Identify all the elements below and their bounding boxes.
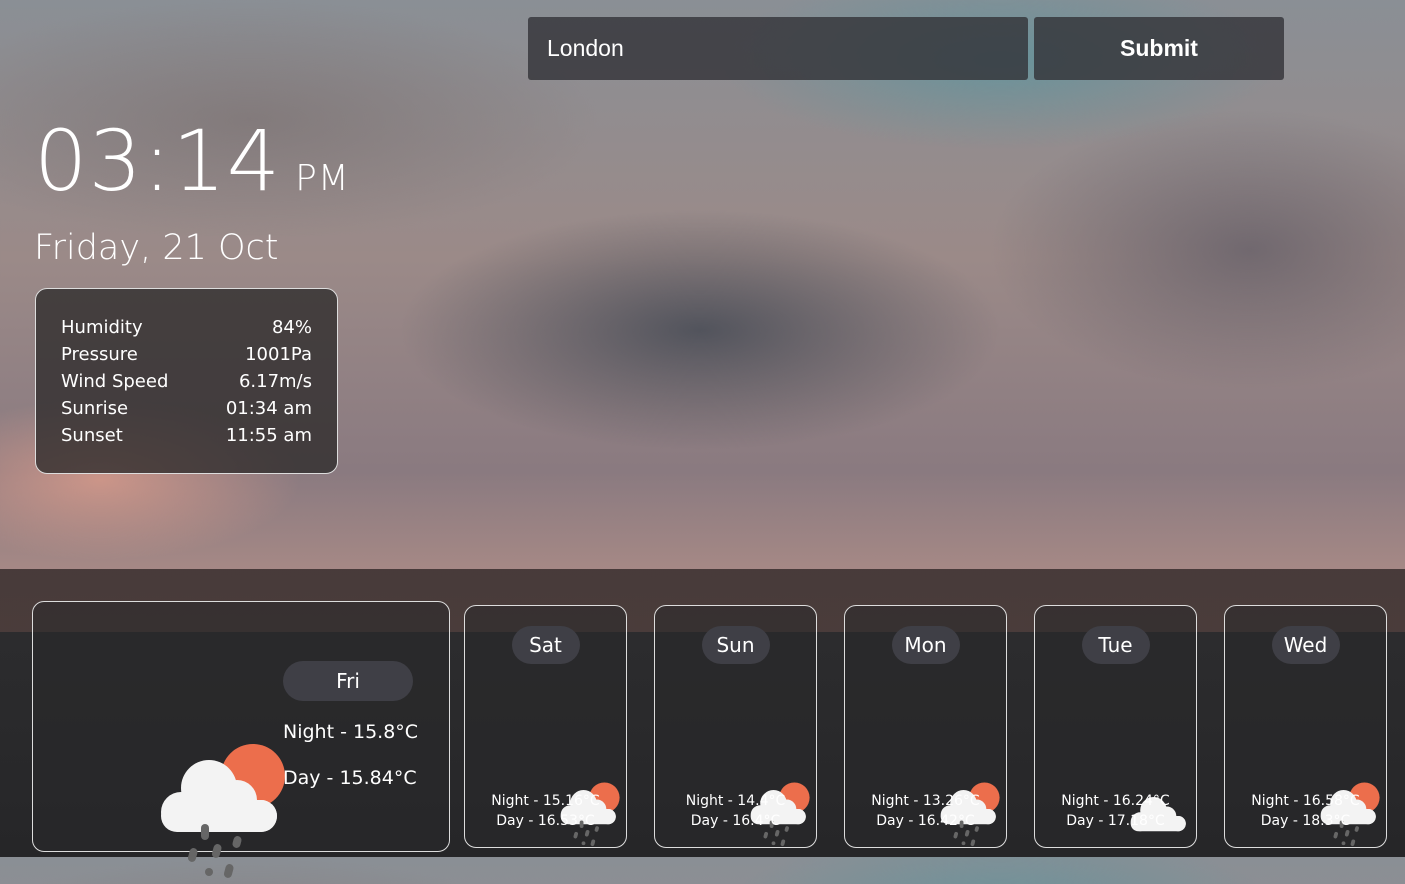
time-value: 03:14	[34, 112, 282, 210]
temps: Night - 16.24°C Day - 17.18°C	[1035, 791, 1196, 831]
stat-row: Sunrise 01:34 am	[61, 395, 312, 422]
current-time: 03:14 PM	[34, 112, 350, 210]
stat-value: 6.17m/s	[238, 371, 312, 392]
day-label: Tue	[1081, 626, 1150, 664]
stat-row: Pressure 1001Pa	[61, 341, 312, 368]
stat-value: 11:55 am	[225, 425, 312, 446]
forecast-card: Sun Night - 14.4°C Day - 16.4°C	[654, 605, 817, 848]
night-temp: Night - 15.8°C	[283, 721, 419, 743]
day-label: Fri	[283, 661, 413, 701]
temps: Night - 14.4°C Day - 16.4°C	[655, 791, 816, 831]
stat-label: Sunrise	[61, 398, 129, 419]
day-label: Mon	[891, 626, 960, 664]
day-temp: Day - 16.4°C	[690, 813, 781, 829]
stat-value: 01:34 am	[225, 398, 312, 419]
city-search-input[interactable]	[528, 17, 1028, 80]
stat-label: Sunset	[61, 425, 123, 446]
stat-value: 1001Pa	[245, 344, 312, 365]
today-forecast-card: Fri Night - 15.8°C Day - 15.84°C	[32, 601, 450, 878]
night-temp: Night - 13.26°C	[871, 793, 980, 809]
stat-value: 84%	[271, 317, 312, 338]
forecast-card: Mon Night - 13.26°C Day - 16.42°C	[844, 605, 1007, 848]
day-label: Sun	[701, 626, 770, 664]
submit-button[interactable]: Submit	[1034, 17, 1284, 80]
night-temp: Night - 16.58°C	[1251, 793, 1360, 809]
temps: Night - 13.26°C Day - 16.42°C	[845, 791, 1006, 831]
day-temp: Day - 15.84°C	[283, 767, 417, 789]
day-temp: Day - 16.42°C	[876, 813, 975, 829]
forecast-card: Wed Night - 16.58°C Day - 18.3°C	[1224, 605, 1387, 848]
night-temp: Night - 16.24°C	[1061, 793, 1170, 809]
stat-label: Pressure	[61, 344, 138, 365]
current-date: Friday, 21 Oct	[34, 228, 279, 268]
day-label: Wed	[1271, 626, 1340, 664]
day-temp: Day - 16.53°C	[496, 813, 595, 829]
forecast-card: Tue Night - 16.24°C Day - 17.18°C	[1034, 605, 1197, 848]
night-temp: Night - 14.4°C	[685, 793, 786, 809]
stat-row: Sunset 11:55 am	[61, 422, 312, 449]
temps: Night - 16.58°C Day - 18.3°C	[1225, 791, 1386, 831]
night-temp: Night - 15.16°C	[491, 793, 600, 809]
forecast-card: Sat Night - 15.16°C Day - 16.53°C	[464, 605, 627, 848]
day-label: Sat	[511, 626, 580, 664]
weather-stats-panel: Humidity 84% Pressure 1001Pa Wind Speed 6.1…	[35, 288, 338, 474]
stat-label: Humidity	[61, 317, 143, 338]
stat-label: Wind Speed	[61, 371, 169, 392]
stat-row: Wind Speed 6.17m/s	[61, 368, 312, 395]
temps: Night - 15.16°C Day - 16.53°C	[465, 791, 626, 831]
stat-row: Humidity 84%	[61, 314, 312, 341]
day-temp: Day - 17.18°C	[1066, 813, 1165, 829]
day-temp: Day - 18.3°C	[1260, 813, 1351, 829]
time-ampm: PM	[295, 158, 350, 199]
